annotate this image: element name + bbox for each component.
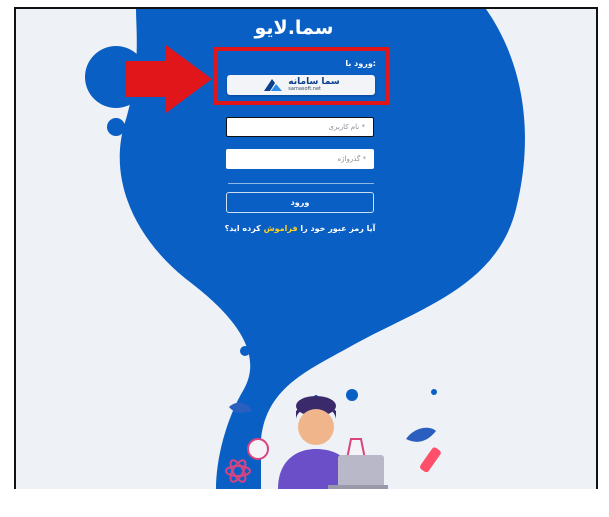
login-submit-label: ورود (290, 198, 310, 207)
character-illustration (278, 396, 388, 489)
password-input[interactable]: گذرواژه * (226, 149, 374, 169)
browser-viewport: سما.لایو ورود با: سما سامانه samasoft.ne… (14, 7, 598, 489)
login-submit-button[interactable]: ورود (226, 192, 374, 213)
form-divider (228, 183, 374, 184)
username-placeholder: نام کاربری * (328, 123, 365, 131)
username-input[interactable]: نام کاربری * (226, 117, 374, 137)
forgot-prefix: آیا رمز عبور خود را (300, 224, 376, 233)
password-placeholder: گذرواژه * (337, 155, 367, 163)
forgot-password-text: آیا رمز عبور خود را فراموش کرده اید؟ (212, 224, 388, 233)
forgot-password-link[interactable]: فراموش (264, 224, 298, 233)
app-brand-title: سما.لایو (254, 17, 334, 39)
forgot-suffix: کرده اید؟ (224, 224, 261, 233)
highlight-box (214, 47, 390, 105)
